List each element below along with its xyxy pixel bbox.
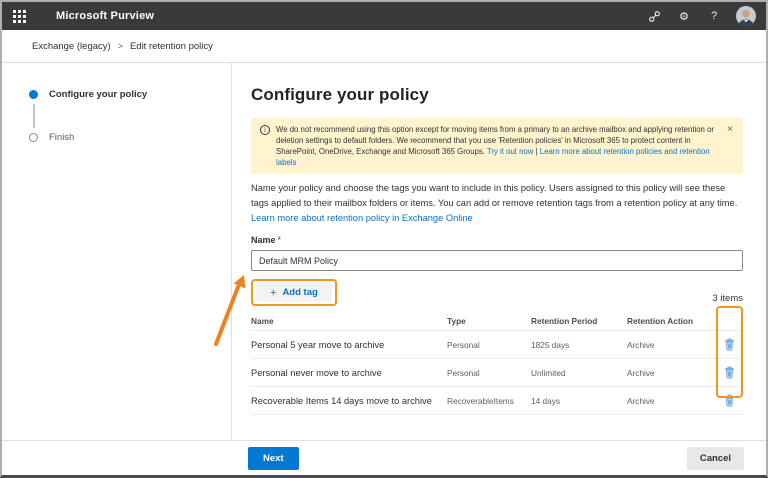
link-icon[interactable] (642, 4, 666, 28)
add-tag-button[interactable]: + Add tag (256, 283, 332, 302)
settings-gear-icon[interactable]: ⚙ (672, 4, 696, 28)
table-bottom-divider (251, 414, 743, 415)
col-header-type: Type (447, 316, 466, 326)
addtag-annotation-box: + Add tag (251, 279, 337, 306)
items-count: 3 items (712, 293, 743, 304)
step-active-dot-icon (29, 90, 38, 99)
cell-retention-action: Archive (627, 395, 655, 406)
try-it-out-link[interactable]: Try it out now (487, 147, 534, 156)
step-pending-dot-icon (29, 133, 38, 142)
step-label: Finish (49, 132, 75, 143)
step-connector (33, 104, 35, 128)
name-label-text: Name (251, 235, 276, 245)
cell-name: Personal never move to archive (251, 367, 382, 378)
app-title: Microsoft Purview (56, 10, 155, 22)
table-header-row: Name Type Retention Period Retention Act… (251, 312, 743, 330)
delete-tag-button[interactable] (723, 338, 736, 351)
policy-name-input[interactable] (251, 250, 743, 271)
step-finish[interactable]: Finish (29, 132, 231, 143)
table-row: Personal 5 year move to archive Personal… (251, 330, 743, 358)
close-icon[interactable]: × (725, 124, 735, 136)
breadcrumb-parent[interactable]: Exchange (legacy) (32, 41, 111, 52)
table-row: Recoverable Items 14 days move to archiv… (251, 386, 743, 414)
warning-banner: i We do not recommend using this option … (251, 118, 743, 174)
cell-retention-period: 14 days (531, 395, 561, 406)
delete-tag-button[interactable] (723, 366, 736, 379)
policy-description: Name your policy and choose the tags you… (251, 181, 743, 226)
info-icon: i (260, 125, 270, 135)
plus-icon: + (270, 286, 277, 299)
user-avatar[interactable] (736, 6, 756, 26)
trash-icon (724, 366, 734, 379)
chevron-right-icon: > (117, 41, 123, 51)
cell-type: Personal (447, 339, 480, 350)
cell-type: RecoverableItems (447, 395, 514, 406)
purview-window: Microsoft Purview ⚙ ? Exchange (legacy) … (0, 0, 768, 478)
name-field-label: Name * (251, 235, 743, 245)
cell-retention-period: 1825 days (531, 339, 570, 350)
description-text: Name your policy and choose the tags you… (251, 183, 738, 208)
breadcrumb-current: Edit retention policy (129, 40, 213, 52)
add-tag-label: Add tag (282, 287, 318, 298)
col-header-retention-action: Retention Action (627, 316, 694, 326)
cell-retention-action: Archive (627, 367, 655, 378)
wizard-footer: Next Cancel (2, 440, 766, 475)
step-configure-your-policy[interactable]: Configure your policy (29, 89, 231, 100)
wizard-stepper: Configure your policy Finish (2, 63, 232, 440)
col-header-retention-period: Retention Period (531, 316, 598, 326)
step-label: Configure your policy (49, 89, 148, 100)
cell-retention-period: Unlimited (531, 367, 566, 378)
cell-name: Recoverable Items 14 days move to archiv… (251, 395, 432, 406)
delete-tag-button[interactable] (723, 394, 736, 407)
app-launcher-icon[interactable] (2, 2, 36, 30)
required-asterisk: * (277, 235, 282, 245)
trash-icon (724, 338, 734, 351)
help-icon[interactable]: ? (702, 4, 726, 28)
cancel-button[interactable]: Cancel (686, 446, 744, 470)
table-row: Personal never move to archive Personal … (251, 358, 743, 386)
page-title: Configure your policy (251, 85, 429, 104)
top-app-bar: Microsoft Purview ⚙ ? (2, 2, 766, 30)
exchange-online-learn-more-link[interactable]: Learn more about retention policy in Exc… (251, 213, 473, 223)
next-button[interactable]: Next (248, 446, 299, 470)
col-header-name: Name (251, 316, 274, 326)
retention-tags-table: Name Type Retention Period Retention Act… (251, 312, 743, 415)
breadcrumb: Exchange (legacy) > Edit retention polic… (2, 30, 766, 63)
trash-icon (724, 394, 734, 407)
main-panel: Configure your policy i We do not recomm… (232, 63, 766, 440)
cell-retention-action: Archive (627, 339, 655, 350)
cell-type: Personal (447, 367, 480, 378)
banner-text: We do not recommend using this option ex… (276, 124, 725, 168)
cell-name: Personal 5 year move to archive (251, 339, 385, 350)
